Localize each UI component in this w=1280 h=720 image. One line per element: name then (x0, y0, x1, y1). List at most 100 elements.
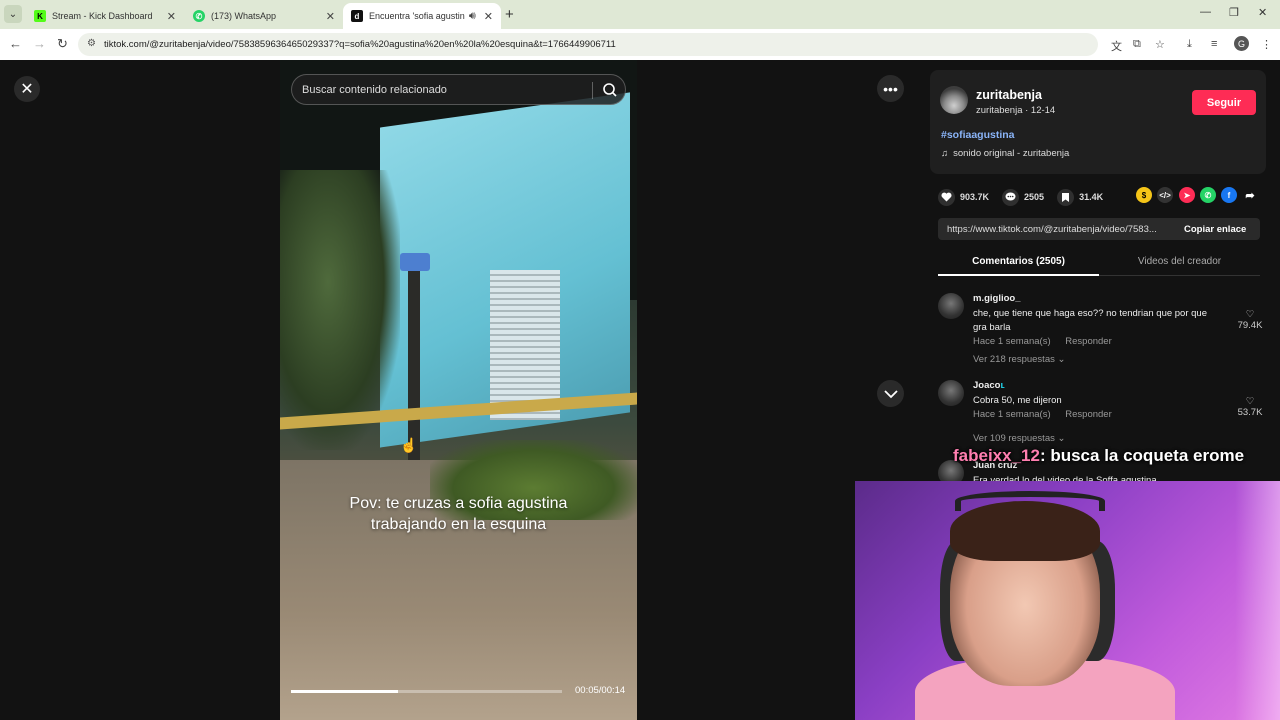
commenter-name[interactable]: m.giglioo_ (973, 293, 1021, 304)
new-tab-button[interactable]: + (505, 6, 514, 23)
save-count: 31.4K (1079, 192, 1104, 202)
reload-icon[interactable]: ↻ (57, 36, 68, 52)
commenter-name[interactable]: Joacoʟ (973, 380, 1005, 391)
comment-icon (1002, 188, 1020, 206)
forward-icon[interactable]: → (33, 36, 46, 51)
video-frame-tree (280, 170, 400, 450)
heart-outline-icon: ♡ (1245, 309, 1255, 320)
chevron-down-icon (883, 389, 898, 398)
video-link-text: https://www.tiktok.com/@zuritabenja/vide… (947, 223, 1157, 235)
chevron-down-icon: ⌄ (1057, 433, 1066, 444)
facebook-icon[interactable]: f (1221, 187, 1237, 203)
close-window-icon[interactable]: ✕ (1258, 6, 1267, 19)
close-video-button[interactable]: ✕ (14, 76, 40, 102)
comment-item: m.giglioo_ che, que tiene que haga eso??… (938, 293, 1268, 371)
streamer-webcam (855, 481, 1280, 720)
download-icon[interactable]: ⤓ (1187, 38, 1192, 51)
menu-icon[interactable]: ⋮ (1261, 38, 1272, 51)
tab-comments[interactable]: Comentarios (2505) (938, 256, 1099, 267)
view-replies-button[interactable]: Ver 218 respuestas ⌄ (973, 354, 1065, 365)
install-icon[interactable]: ⧉ (1133, 38, 1141, 51)
bookmark-star-icon[interactable]: ☆ (1155, 38, 1165, 51)
comment-time: Hace 1 semana(s) (973, 336, 1051, 347)
comment-count: 2505 (1024, 192, 1045, 202)
video-caption: Pov: te cruzas a sofia agustina trabajan… (349, 495, 568, 533)
whatsapp-icon: ✆ (193, 10, 205, 22)
sound-link[interactable]: ♫ sonido original - zuritabenja (941, 148, 1069, 159)
browser-tab-whatsapp[interactable]: ✆ (173) WhatsApp ✕ (185, 3, 343, 29)
view-replies-button[interactable]: Ver 109 respuestas ⌄ (973, 433, 1065, 444)
restore-icon[interactable]: ❐ (1229, 6, 1239, 19)
send-icon[interactable]: ➤ (1179, 187, 1195, 203)
author-avatar[interactable] (940, 86, 968, 114)
like-count: 903.7K (960, 192, 990, 202)
video-frame-sign (400, 253, 430, 271)
view-replies-label: Ver 218 respuestas (973, 354, 1055, 365)
related-search-input[interactable]: Buscar contenido relacionado (291, 74, 626, 105)
address-bar[interactable]: ⚙ tiktok.com/@zuritabenja/video/75838596… (78, 33, 1098, 56)
chat-username: fabeixx_12 (953, 446, 1040, 465)
video-link-field[interactable]: https://www.tiktok.com/@zuritabenja/vide… (938, 218, 1260, 240)
follow-button[interactable]: Seguir (1192, 90, 1256, 115)
reply-button[interactable]: Responder (1065, 409, 1111, 420)
verified-mark-icon: ʟ (1000, 380, 1005, 391)
search-placeholder: Buscar contenido relacionado (302, 83, 447, 96)
comment-item: Joacoʟ Cobra 50, me dijeron Hace 1 seman… (938, 380, 1268, 450)
browser-tab-bar: ⌄ K Stream - Kick Dashboard ✕ ✆ (173) Wh… (0, 0, 1280, 29)
close-tab-icon[interactable]: ✕ (167, 10, 176, 23)
whatsapp-share-icon[interactable]: ✆ (1200, 187, 1216, 203)
search-divider (592, 82, 593, 99)
video-time: 00:05/00:14 (575, 685, 626, 696)
minimize-icon[interactable]: — (1200, 6, 1211, 18)
comment-like-button[interactable]: ♡ 53.7K (1235, 396, 1265, 418)
embed-icon[interactable]: </> (1157, 187, 1173, 203)
stream-chat-message: fabeixx_12: busca la coqueta erome (953, 446, 1244, 466)
video-progress-bar[interactable] (291, 690, 562, 693)
share-arrow-icon[interactable]: ➦ (1242, 187, 1258, 203)
site-info-icon[interactable]: ⚙ (87, 38, 96, 49)
close-tab-icon[interactable]: ✕ (326, 10, 335, 23)
video-progress-fill (291, 690, 399, 693)
author-card: zuritabenja zuritabenja · 12-14 Seguir #… (930, 70, 1266, 174)
kick-icon: K (34, 10, 46, 22)
speaker-icon[interactable]: 🔊︎ (469, 10, 476, 23)
tiktok-icon: d (351, 10, 363, 22)
chevron-down-icon: ⌄ (1057, 354, 1066, 365)
translate-icon[interactable]: 文 (1111, 38, 1122, 54)
video-frame-shutter (490, 270, 560, 420)
tab-creator-videos[interactable]: Videos del creador (1099, 256, 1260, 267)
copy-link-button[interactable]: Copiar enlace (1184, 224, 1246, 235)
profile-avatar[interactable]: G (1234, 36, 1249, 51)
browser-tab-tiktok[interactable]: d Encuentra 'sofia agustina e 🔊︎ ✕ (343, 3, 501, 29)
browser-tab-kick[interactable]: K Stream - Kick Dashboard ✕ (26, 3, 184, 29)
comment-meta: Hace 1 semana(s) Responder (973, 336, 1124, 347)
commenter-avatar[interactable] (938, 380, 964, 406)
close-tab-icon[interactable]: ✕ (484, 10, 493, 23)
comment-like-count: 53.7K (1237, 407, 1263, 418)
heart-icon (938, 188, 955, 206)
tab-title: Stream - Kick Dashboard (52, 11, 153, 21)
save-button[interactable]: 31.4K (1057, 188, 1104, 206)
media-icon[interactable]: ≡ (1211, 38, 1217, 50)
active-tab-indicator (938, 274, 1099, 276)
search-icon[interactable] (601, 81, 619, 99)
mouse-cursor-icon: ☝ (400, 437, 418, 453)
webcam-light (1235, 481, 1280, 720)
back-icon[interactable]: ← (9, 36, 22, 51)
tab-search-button[interactable]: ⌄ (4, 5, 22, 23)
reply-button[interactable]: Responder (1065, 336, 1111, 347)
hashtag-link[interactable]: #sofiaagustina (941, 129, 1015, 141)
coin-icon[interactable]: $ (1136, 187, 1152, 203)
sound-label: sonido original - zuritabenja (953, 148, 1070, 159)
commenter-avatar[interactable] (938, 293, 964, 319)
chat-text: : busca la coqueta erome (1039, 446, 1245, 465)
next-video-button[interactable] (877, 380, 904, 407)
like-button[interactable]: 903.7K (938, 188, 990, 206)
video-player[interactable]: Pov: te cruzas a sofia agustina trabajan… (280, 60, 637, 720)
comment-like-button[interactable]: ♡ 79.4K (1235, 309, 1265, 331)
comment-button[interactable]: 2505 (1002, 188, 1045, 206)
more-options-button[interactable]: ••• (877, 75, 904, 102)
bookmark-icon (1057, 188, 1075, 206)
author-name[interactable]: zuritabenja (976, 88, 1042, 102)
author-handle-date: zuritabenja · 12-14 (976, 105, 1056, 116)
